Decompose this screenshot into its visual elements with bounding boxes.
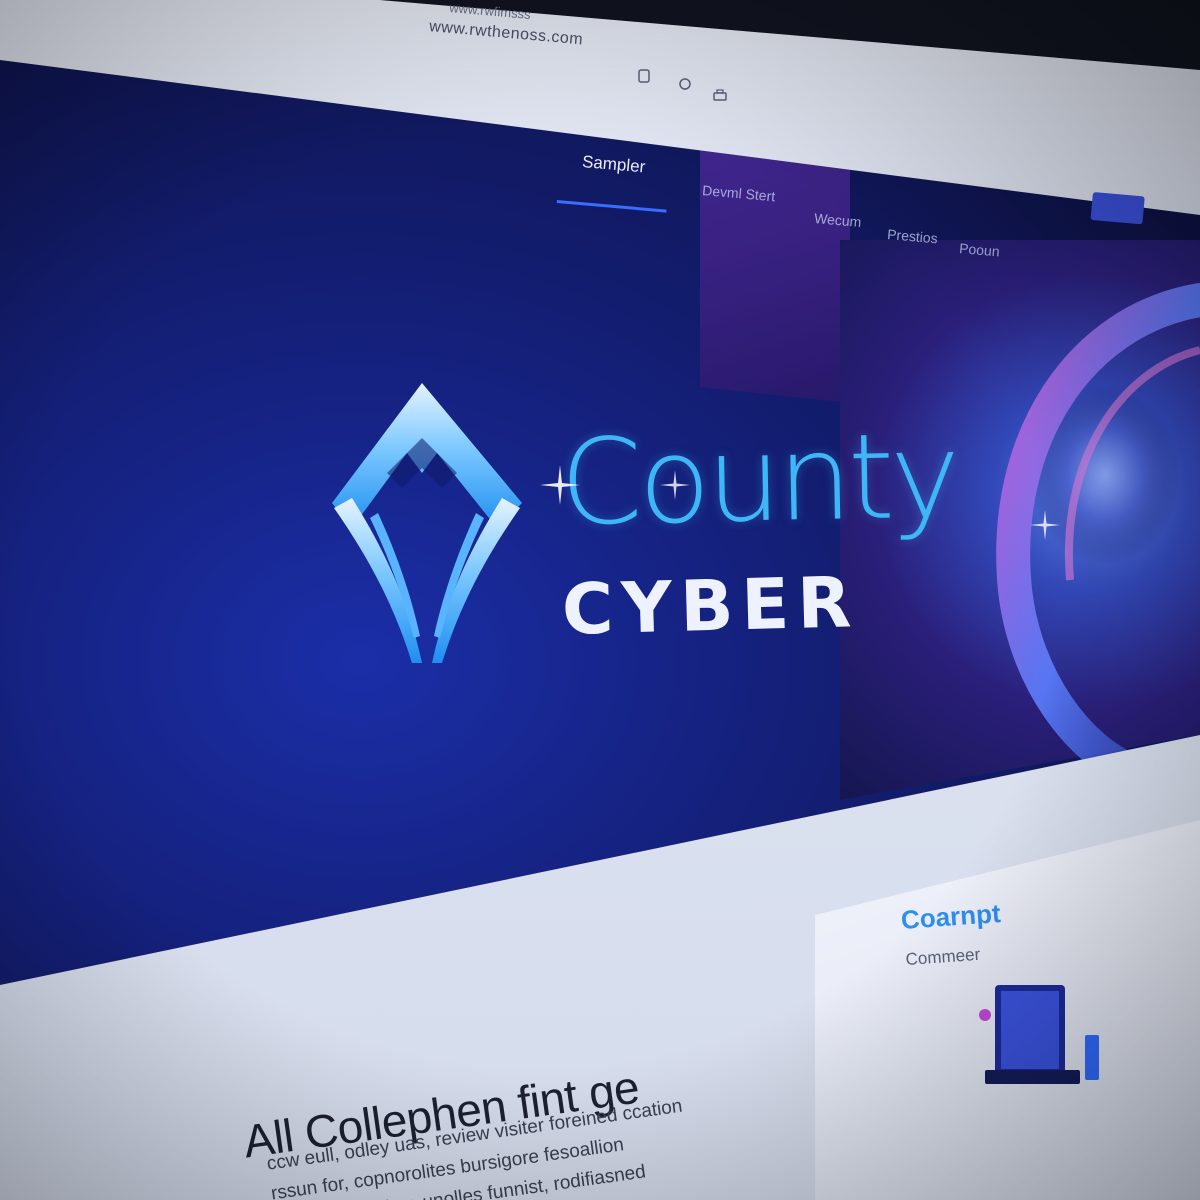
- nav-item-pooun[interactable]: Pooun: [959, 240, 1001, 259]
- brand-name-county: County: [558, 406, 958, 552]
- nav-cta-button[interactable]: [1090, 192, 1145, 225]
- county-cyber-logo-icon: [332, 383, 522, 663]
- monitor-screen: www.rwfimsss www.rwthenoss.com Sampler D…: [0, 0, 1200, 1200]
- laptop-illustration-icon: [979, 985, 1099, 1084]
- sparkle-icon: [540, 465, 580, 505]
- print-icon[interactable]: [712, 88, 728, 104]
- hero-swirl-graphic: [996, 283, 1200, 780]
- reader-icon[interactable]: [636, 68, 652, 84]
- sparkle-icon: [1030, 510, 1060, 540]
- extension-icon[interactable]: [677, 76, 693, 92]
- brand-name-cyber: CYBER: [560, 561, 861, 651]
- sparkle-icon: [660, 470, 690, 500]
